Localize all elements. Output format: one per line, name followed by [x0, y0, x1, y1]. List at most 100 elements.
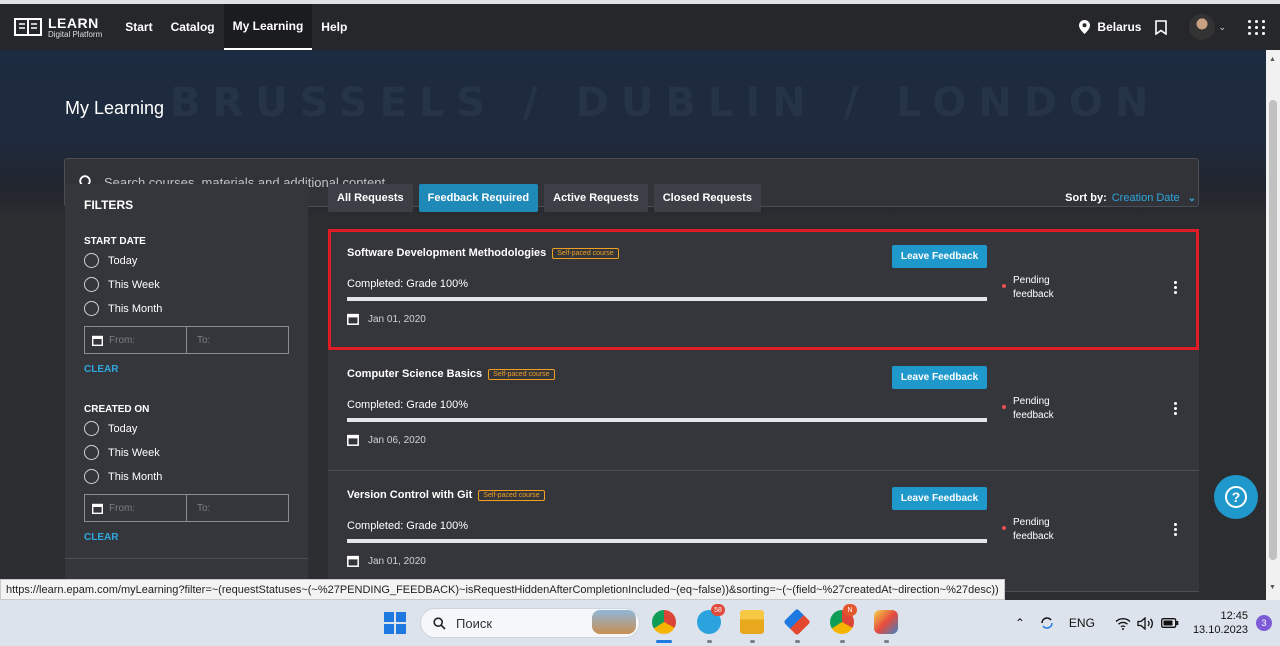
logo[interactable]: LEARN Digital Platform	[14, 16, 102, 39]
filter-option-label: This Week	[108, 278, 160, 291]
leave-feedback-button[interactable]: Leave Feedback	[892, 366, 987, 389]
status-dot-icon	[1002, 284, 1006, 288]
date-from-field[interactable]: From:	[85, 495, 187, 521]
sync-icon[interactable]	[1039, 615, 1055, 631]
filter-option-this-month[interactable]: This Month	[84, 469, 289, 484]
link-status-bar: https://learn.epam.com/myLearning?filter…	[0, 579, 1005, 600]
more-options-icon[interactable]	[1174, 402, 1177, 415]
scroll-up-icon[interactable]: ▲	[1269, 56, 1276, 63]
date-to-field[interactable]: To:	[187, 327, 210, 353]
leave-feedback-button[interactable]: Leave Feedback	[892, 487, 987, 510]
radio-button[interactable]	[84, 469, 99, 484]
app-root: LEARN Digital Platform Start Catalog My …	[0, 0, 1280, 646]
app-indicator	[795, 640, 800, 643]
more-options-icon[interactable]	[1174, 523, 1177, 536]
tab-active-requests[interactable]: Active Requests	[544, 184, 648, 212]
nav-link-catalog[interactable]: Catalog	[162, 4, 224, 50]
file-explorer-icon[interactable]	[740, 610, 764, 634]
avatar[interactable]	[1189, 14, 1216, 40]
filter-option-this-month[interactable]: This Month	[84, 301, 289, 316]
windows-start-icon[interactable]	[384, 612, 406, 634]
date-range-input: From: To:	[84, 326, 289, 354]
course-date: Jan 06, 2020	[347, 434, 426, 446]
date-from-placeholder: From:	[109, 334, 136, 346]
more-options-icon[interactable]	[1174, 281, 1177, 294]
calendar-icon	[347, 555, 359, 567]
page-scrollbar[interactable]: ▲ ▼	[1266, 50, 1280, 600]
tab-closed-requests[interactable]: Closed Requests	[653, 184, 761, 212]
question-mark-icon: ?	[1225, 486, 1247, 508]
course-title[interactable]: Version Control with Git	[347, 489, 472, 501]
date-from-field[interactable]: From:	[85, 327, 187, 353]
radio-button[interactable]	[84, 277, 99, 292]
radio-button[interactable]	[84, 421, 99, 436]
nav-links: Start Catalog My Learning Help	[116, 4, 356, 50]
status-dot-icon	[1002, 526, 1006, 530]
wifi-icon[interactable]	[1115, 617, 1131, 630]
progress-fill	[347, 297, 987, 301]
notification-badge[interactable]: 3	[1256, 615, 1272, 631]
clock-date: 13.10.2023	[1192, 624, 1248, 636]
battery-icon[interactable]	[1160, 618, 1179, 628]
bookmark-icon[interactable]	[1155, 19, 1168, 35]
logo-title: LEARN	[48, 14, 99, 31]
system-tray: ⌃ ENG 12:45 13.10.2023 3	[1015, 600, 1280, 646]
status-line: feedback	[1013, 531, 1054, 542]
request-card[interactable]: Version Control with Git Self-paced cours…	[328, 471, 1199, 592]
request-tabs: All Requests Feedback Required Active Re…	[328, 184, 767, 212]
tab-all-requests[interactable]: All Requests	[328, 184, 413, 212]
scroll-down-icon[interactable]: ▼	[1269, 584, 1276, 591]
status-dot-icon	[1002, 405, 1006, 409]
clear-filter-link[interactable]: CLEAR	[84, 364, 289, 375]
status-indicator: Pending feedback	[1002, 274, 1054, 302]
filter-option-today[interactable]: Today	[84, 421, 289, 436]
radio-button[interactable]	[84, 301, 99, 316]
help-button[interactable]: ?	[1214, 475, 1258, 519]
filters-title: FILTERS	[84, 198, 134, 212]
scrollbar-thumb[interactable]	[1269, 100, 1277, 560]
volume-icon[interactable]	[1137, 616, 1155, 630]
search-icon	[433, 616, 446, 630]
radio-button[interactable]	[84, 445, 99, 460]
location-selector[interactable]: Belarus	[1079, 20, 1141, 34]
search-highlight-icon[interactable]	[592, 610, 636, 634]
filters-panel: FILTERS START DATE Today This Week This …	[65, 184, 308, 590]
git-icon[interactable]	[783, 608, 811, 636]
filter-option-this-week[interactable]: This Week	[84, 445, 289, 460]
chevron-down-icon[interactable]: ⌄	[1218, 22, 1226, 33]
app-indicator	[884, 640, 889, 643]
nav-link-my-learning[interactable]: My Learning	[223, 4, 313, 50]
filter-option-label: This Month	[108, 470, 163, 483]
request-card[interactable]: Computer Science Basics Self-paced course…	[328, 350, 1199, 471]
apps-grid-icon[interactable]	[1248, 19, 1266, 35]
filter-option-today[interactable]: Today	[84, 253, 289, 268]
chevron-up-icon[interactable]: ⌃	[1015, 616, 1025, 630]
course-title[interactable]: Computer Science Basics	[347, 368, 482, 380]
radio-button[interactable]	[84, 253, 99, 268]
language-indicator[interactable]: ENG	[1069, 616, 1095, 630]
course-type-badge: Self-paced course	[488, 368, 555, 380]
leave-feedback-button[interactable]: Leave Feedback	[892, 245, 987, 268]
progress-bar	[347, 297, 987, 301]
sort-by[interactable]: Sort by: Creation Date ⌄	[1065, 192, 1196, 204]
nav-link-help[interactable]: Help	[312, 4, 356, 50]
calendar-icon	[347, 434, 359, 446]
chrome-icon[interactable]	[652, 610, 676, 634]
progress-fill	[347, 539, 987, 543]
course-type-badge: Self-paced course	[552, 247, 619, 259]
filter-option-this-week[interactable]: This Week	[84, 277, 289, 292]
taskbar-search-label: Поиск	[456, 615, 493, 631]
progress-fill	[347, 418, 987, 422]
clear-filter-link[interactable]: CLEAR	[84, 532, 289, 543]
nav-link-start[interactable]: Start	[116, 4, 161, 50]
calendar-icon	[347, 313, 359, 325]
course-title[interactable]: Software Development Methodologies	[347, 247, 546, 259]
browser-app-icon[interactable]	[874, 610, 898, 634]
tab-feedback-required[interactable]: Feedback Required	[418, 184, 539, 212]
status-line: Pending	[1013, 396, 1050, 407]
completion-status: Completed: Grade 100%	[347, 399, 469, 411]
clock[interactable]: 12:45 13.10.2023	[1193, 609, 1248, 637]
main-area: BRUSSELS / DUBLIN / LONDON My Learning S…	[0, 50, 1266, 592]
request-card[interactable]: Software Development Methodologies Self-p…	[328, 229, 1199, 350]
date-to-field[interactable]: To:	[187, 495, 210, 521]
